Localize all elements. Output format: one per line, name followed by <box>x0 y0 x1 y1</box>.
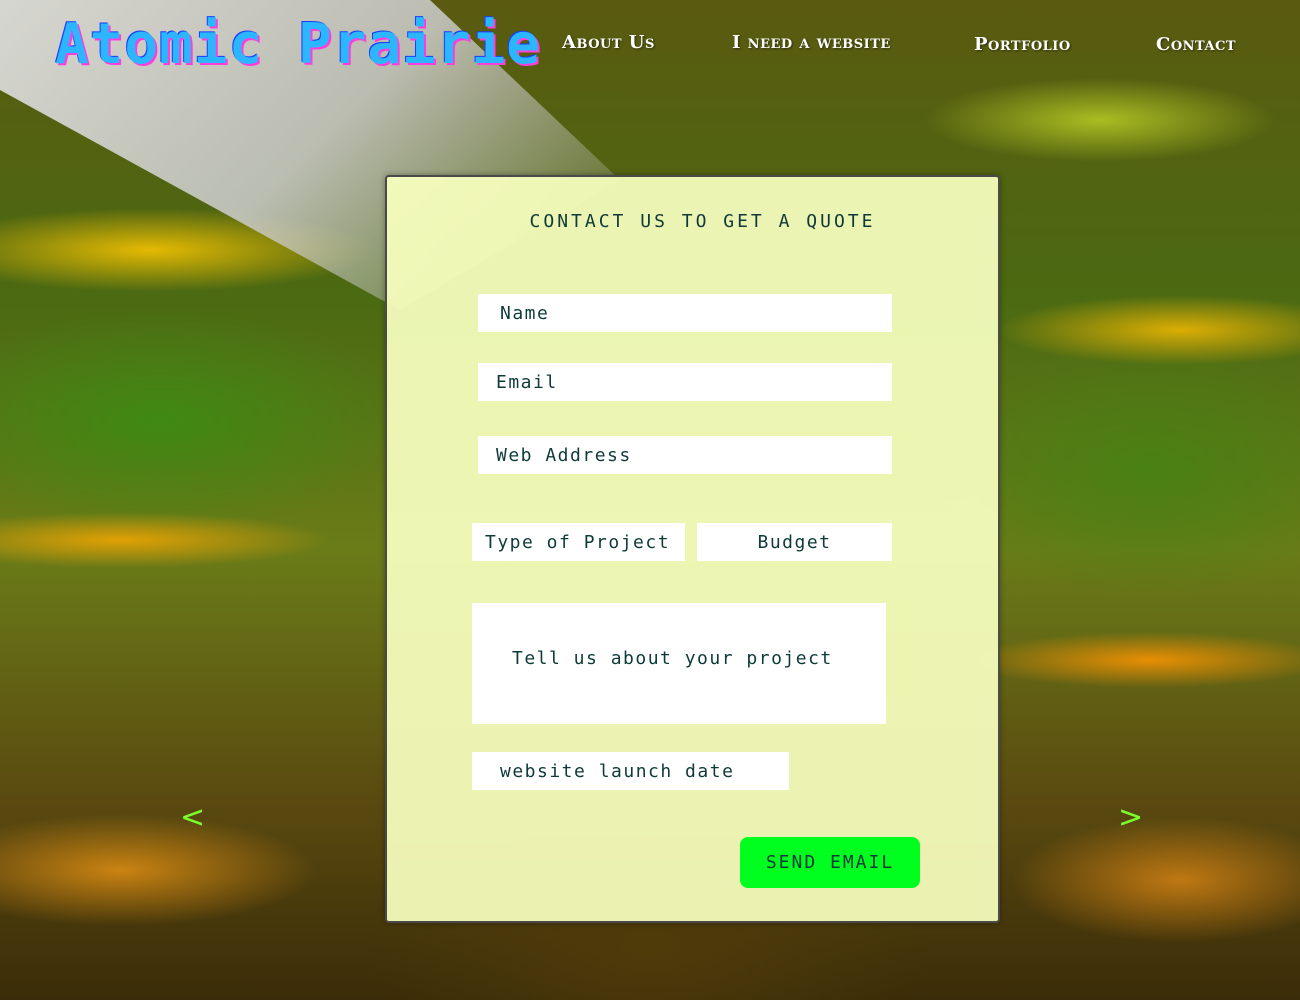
nav-i-need-a-website[interactable]: I need a website <box>732 32 891 53</box>
project-type-field[interactable] <box>472 523 685 561</box>
send-email-button[interactable]: SEND EMAIL <box>740 837 920 888</box>
email-field[interactable] <box>478 363 892 401</box>
budget-field[interactable] <box>697 523 892 561</box>
project-description-field[interactable] <box>472 603 886 724</box>
launch-date-field[interactable] <box>472 752 789 790</box>
nav-about-us[interactable]: About Us <box>562 32 655 53</box>
web-address-field[interactable] <box>478 436 892 474</box>
contact-form-panel: CONTACT US TO GET A QUOTE SEND EMAIL <box>385 175 1000 923</box>
main-nav: About Us I need a website Portfolio Cont… <box>0 30 1300 60</box>
nav-contact[interactable]: Contact <box>1156 34 1236 55</box>
nav-portfolio[interactable]: Portfolio <box>974 34 1071 55</box>
carousel-next-arrow[interactable]: > <box>1118 800 1143 835</box>
name-field[interactable] <box>478 294 892 332</box>
form-title: CONTACT US TO GET A QUOTE <box>529 211 876 232</box>
carousel-prev-arrow[interactable]: < <box>180 800 205 835</box>
